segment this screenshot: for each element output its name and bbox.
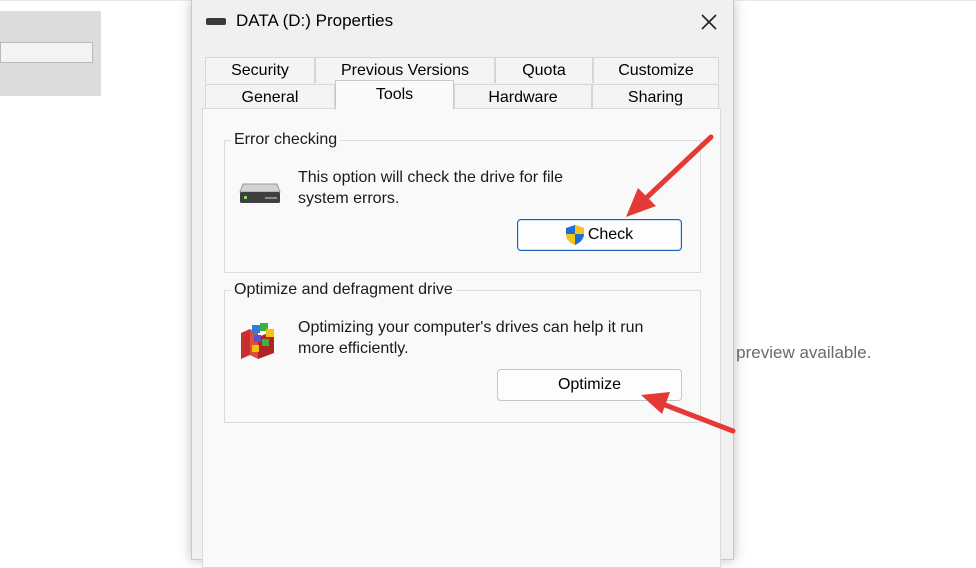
annotation-arrows xyxy=(626,134,736,434)
arrow-to-check-button xyxy=(626,134,714,217)
arrow-to-optimize-button xyxy=(641,392,736,434)
